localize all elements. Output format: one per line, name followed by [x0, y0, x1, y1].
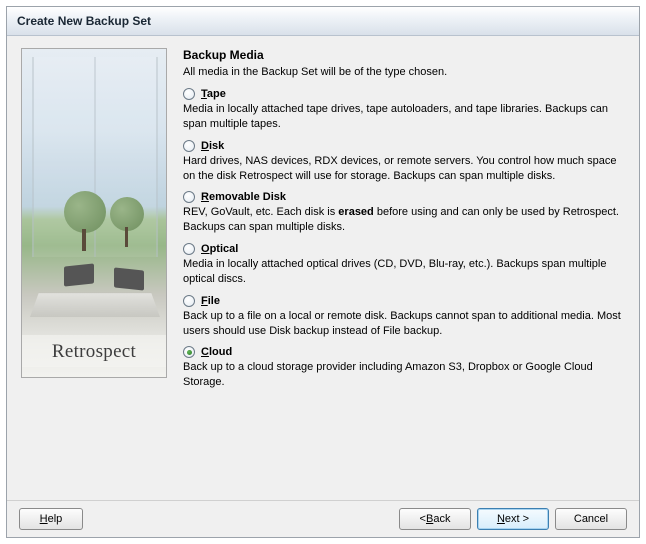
wizard-content: Backup Media All media in the Backup Set…	[183, 48, 623, 492]
radio-cloud[interactable]	[183, 346, 195, 358]
option-disk[interactable]: Disk Hard drives, NAS devices, RDX devic…	[183, 140, 623, 184]
radio-file[interactable]	[183, 295, 195, 307]
option-removable-disk-desc: REV, GoVault, etc. Each disk is erased b…	[183, 205, 623, 235]
option-tape-label: Tape	[201, 88, 226, 100]
option-cloud[interactable]: Cloud Back up to a cloud storage provide…	[183, 346, 623, 390]
brand-label: Retrospect	[22, 335, 166, 367]
radio-removable-disk[interactable]	[183, 191, 195, 203]
window-title: Create New Backup Set	[7, 7, 639, 36]
help-button[interactable]: Help	[19, 508, 83, 530]
radio-disk[interactable]	[183, 140, 195, 152]
option-optical[interactable]: Optical Media in locally attached optica…	[183, 243, 623, 287]
section-subheading: All media in the Backup Set will be of t…	[183, 66, 623, 78]
wizard-window: Create New Backup Set Retrospect Backup …	[6, 6, 640, 538]
back-button[interactable]: < Back	[399, 508, 471, 530]
option-removable-disk[interactable]: Removable Disk REV, GoVault, etc. Each d…	[183, 191, 623, 235]
wizard-footer: Help < Back Next > Cancel	[7, 500, 639, 537]
option-file-label: File	[201, 295, 220, 307]
section-heading: Backup Media	[183, 48, 623, 62]
option-disk-desc: Hard drives, NAS devices, RDX devices, o…	[183, 154, 623, 184]
radio-tape[interactable]	[183, 88, 195, 100]
option-cloud-desc: Back up to a cloud storage provider incl…	[183, 360, 623, 390]
wizard-body: Retrospect Backup Media All media in the…	[7, 36, 639, 500]
option-tape-desc: Media in locally attached tape drives, t…	[183, 102, 623, 132]
option-cloud-label: Cloud	[201, 346, 232, 358]
option-file[interactable]: File Back up to a file on a local or rem…	[183, 295, 623, 339]
wizard-sidebar: Retrospect	[21, 48, 167, 492]
radio-optical[interactable]	[183, 243, 195, 255]
cancel-button[interactable]: Cancel	[555, 508, 627, 530]
option-removable-disk-label: Removable Disk	[201, 191, 286, 203]
next-button[interactable]: Next >	[477, 508, 549, 530]
option-optical-desc: Media in locally attached optical drives…	[183, 257, 623, 287]
option-disk-label: Disk	[201, 140, 224, 152]
option-optical-label: Optical	[201, 243, 238, 255]
wizard-sidebar-image: Retrospect	[21, 48, 167, 378]
option-file-desc: Back up to a file on a local or remote d…	[183, 309, 623, 339]
option-tape[interactable]: Tape Media in locally attached tape driv…	[183, 88, 623, 132]
